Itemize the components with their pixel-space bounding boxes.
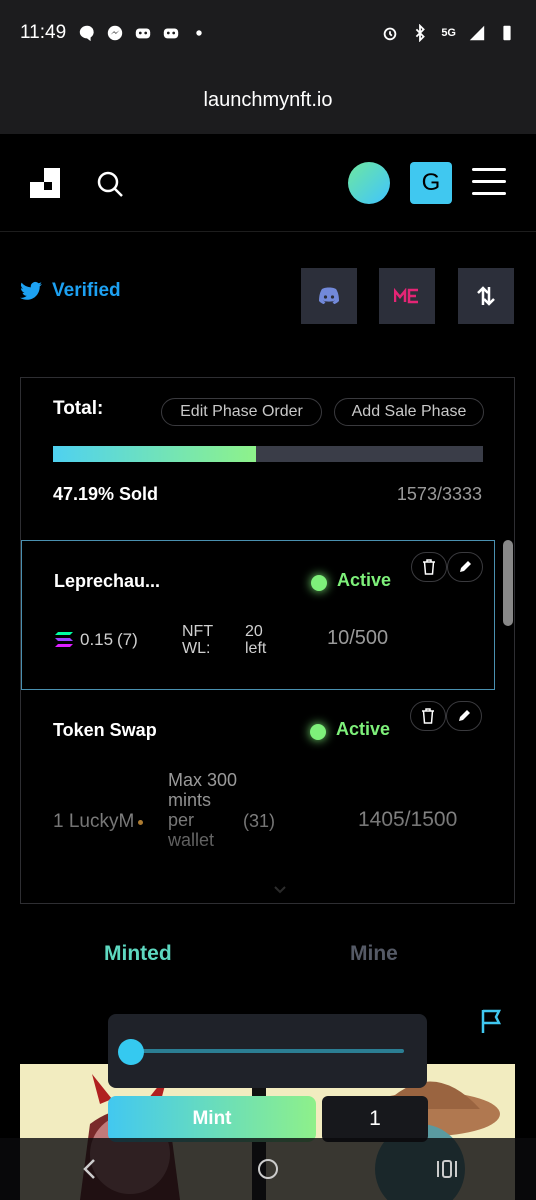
mint-quantity[interactable]: 1 [322,1096,428,1142]
edit-phase-button[interactable] [446,701,482,731]
trash-icon [422,708,434,724]
back-button[interactable] [69,1149,109,1189]
phase-price-count: (31) [243,811,276,831]
delete-phase-button[interactable] [411,552,447,582]
status-bar: 11:49 5G [0,0,536,66]
phase-card-token-swap[interactable]: Token Swap Active 1 LuckyM Max 300 mints… [21,690,495,894]
sale-phases-card: Total: Edit Phase Order Add Sale Phase 4… [20,377,515,904]
sold-progress-fill [53,446,256,462]
quantity-slider-popup [108,1014,427,1088]
scrollbar-thumb[interactable] [503,540,513,626]
app-header: G [0,134,536,232]
phase-minted: 1405/1500 [358,808,458,831]
trash-icon [423,559,435,575]
url-text: launchmynft.io [203,88,333,111]
chat-bubble-icon [79,25,94,42]
recents-button[interactable] [427,1149,467,1189]
active-dot-icon [311,575,327,591]
nft-wl-label: NFT WL: [182,623,213,657]
phase-name: Leprechau... [54,571,161,591]
phase-price: 0.15 [80,630,114,649]
active-dot-icon [310,724,326,740]
verified-badge: Verified [20,280,121,302]
home-circle-icon [257,1159,278,1179]
messenger-icon [107,25,123,41]
phase-limit: Max 300 mints per wallet [168,770,238,850]
verified-label: Verified [52,280,121,301]
sold-percent: 47.19% Sold [53,484,159,504]
clock: 11:49 [20,22,67,43]
recents-icon [436,1160,457,1178]
back-chevron-icon [83,1159,96,1179]
token-dot-icon [138,820,143,825]
phase-left: 20 left [245,623,267,657]
mint-button-label: Mint [192,1108,232,1129]
signal-icon [469,25,485,41]
dot-icon [196,30,202,36]
account-button[interactable]: G [410,162,452,204]
discord-icon-2 [163,28,179,39]
phase-status: Active [337,570,392,590]
pencil-icon [459,710,470,721]
edit-phase-order-button[interactable]: Edit Phase Order [161,398,322,426]
flag-icon[interactable] [480,1008,504,1034]
phase-price-count: (7) [117,630,138,649]
magic-eden-button[interactable] [379,268,435,324]
edit-phase-button[interactable] [447,552,483,582]
twitter-icon [20,282,42,300]
quantity-slider-knob[interactable] [118,1039,144,1065]
discord-icon-button [319,287,339,304]
launchmynft-logo-icon[interactable] [30,168,60,198]
sold-count: 1573/3333 [396,484,482,504]
account-letter: G [421,169,441,196]
search-icon[interactable] [96,170,124,198]
bluetooth-icon [416,24,426,42]
phase-minted: 10/500 [327,627,389,649]
edit-phase-order-label: Edit Phase Order [180,403,303,420]
discord-icon [135,28,151,39]
wallet-avatar[interactable] [348,162,390,204]
phase-name: Token Swap [53,720,157,740]
share-button[interactable] [458,268,514,324]
mint-quantity-value: 1 [369,1107,381,1130]
add-sale-phase-button[interactable]: Add Sale Phase [334,398,484,426]
battery-icon [503,25,511,41]
magic-eden-icon [394,288,418,304]
phase-card-leprechaun[interactable]: Leprechau... Active 0.15 (7) NFT WL: 20 … [21,540,495,690]
tab-minted[interactable]: Minted [104,942,172,966]
menu-icon[interactable] [472,168,506,198]
total-label: Total: [53,398,104,419]
arrows-icon [477,286,495,306]
tab-mine[interactable]: Mine [350,942,398,966]
network-type: 5G [441,27,456,39]
pencil-icon [460,561,471,572]
alarm-icon [384,27,397,41]
solana-icon [55,632,73,647]
android-nav-bar [0,1138,536,1200]
phase-price: 1 LuckyM [53,811,135,832]
discord-button[interactable] [301,268,357,324]
address-bar[interactable]: launchmynft.io [0,66,536,134]
sold-progress-bar [53,446,483,462]
phase-status: Active [336,719,391,739]
home-button[interactable] [248,1149,288,1189]
add-sale-phase-label: Add Sale Phase [351,403,467,420]
chevron-down-icon[interactable] [273,885,287,895]
delete-phase-button[interactable] [410,701,446,731]
mint-button[interactable]: Mint [108,1096,316,1142]
quantity-slider-track[interactable] [130,1049,404,1053]
